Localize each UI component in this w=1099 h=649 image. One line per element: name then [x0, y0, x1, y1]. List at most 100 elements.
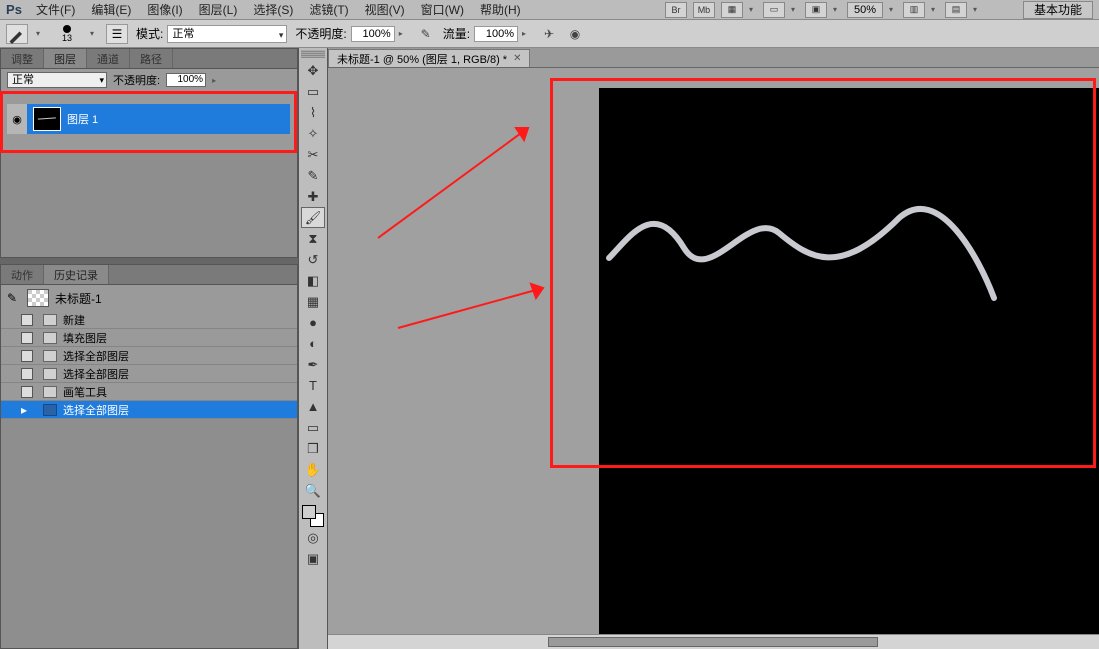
view-extras-button[interactable]: ▦ — [721, 2, 743, 18]
history-step[interactable]: 填充图层 — [1, 329, 297, 347]
toolbar-btn-a[interactable]: ▥ — [903, 2, 925, 18]
tab-channels[interactable]: 通道 — [87, 49, 130, 68]
lasso-tool[interactable]: ⌇ — [301, 102, 325, 123]
dropdown-icon[interactable]: ▾ — [90, 29, 98, 38]
menu-edit[interactable]: 编辑(E) — [83, 0, 139, 20]
brush-preview[interactable]: 13 — [52, 23, 82, 45]
history-step-label: 填充图层 — [63, 330, 107, 346]
menu-file[interactable]: 文件(F) — [28, 0, 83, 20]
wand-tool[interactable]: ✧ — [301, 123, 325, 144]
history-step-label: 选择全部图层 — [63, 402, 129, 418]
scrollbar-thumb[interactable] — [548, 637, 878, 647]
menu-view[interactable]: 视图(V) — [357, 0, 413, 20]
dropdown-icon[interactable]: ▾ — [833, 5, 841, 14]
zoom-tool[interactable]: 🔍 — [301, 480, 325, 501]
bridge-button[interactable]: Br — [665, 2, 687, 18]
blur-tool[interactable]: ● — [301, 312, 325, 333]
tab-history[interactable]: 历史记录 — [44, 265, 109, 284]
move-tool[interactable]: ✥ — [301, 60, 325, 81]
quickmask-toggle[interactable]: ◎ — [301, 527, 325, 548]
dropdown-icon[interactable]: ▾ — [931, 5, 939, 14]
menu-window[interactable]: 窗口(W) — [413, 0, 472, 20]
workspace-switch[interactable]: 基本功能 — [1023, 1, 1093, 19]
tab-actions[interactable]: 动作 — [1, 265, 44, 284]
menu-image[interactable]: 图像(I) — [139, 0, 190, 20]
history-check-icon — [21, 332, 33, 344]
airbrush-icon[interactable]: ✈ — [540, 26, 558, 42]
menu-select[interactable]: 选择(S) — [245, 0, 301, 20]
panel-grip-icon[interactable] — [301, 50, 325, 58]
heal-tool[interactable]: ✚ — [301, 186, 325, 207]
dropdown-icon[interactable]: ▸ — [522, 29, 532, 38]
dodge-tool[interactable]: ◐ — [301, 333, 325, 354]
tab-layers[interactable]: 图层 — [44, 49, 87, 68]
dropdown-icon[interactable]: ▾ — [889, 5, 897, 14]
history-snapshot-row[interactable]: ✎ 未标题-1 — [1, 285, 297, 311]
stamp-tool[interactable]: ⧗ — [301, 228, 325, 249]
color-swatches[interactable] — [302, 505, 324, 527]
dropdown-icon[interactable]: ▾ — [791, 5, 799, 14]
minibridge-button[interactable]: Mb — [693, 2, 715, 18]
menu-help[interactable]: 帮助(H) — [472, 0, 529, 20]
pressure-opacity-icon[interactable]: ✎ — [417, 26, 435, 42]
layer-opacity-input[interactable]: 100% — [166, 73, 206, 87]
crop-tool[interactable]: ✂ — [301, 144, 325, 165]
dropdown-icon[interactable]: ▾ — [973, 5, 981, 14]
document-tab-bar: 未标题-1 @ 50% (图层 1, RGB/8) * ✕ — [328, 48, 1099, 68]
dropdown-icon[interactable]: ▸ — [212, 76, 222, 85]
arrange-button[interactable]: ▭ — [763, 2, 785, 18]
close-icon[interactable]: ✕ — [513, 53, 521, 64]
dropdown-icon[interactable]: ▾ — [749, 5, 757, 14]
layer-name-label[interactable]: 图层 1 — [67, 111, 98, 127]
layer-row[interactable]: ◉ 图层 1 — [7, 104, 290, 134]
brush-tool[interactable]: 🖌 — [301, 207, 325, 228]
canvas-viewport[interactable] — [328, 68, 1099, 649]
history-brush-source-icon[interactable]: ✎ — [7, 291, 21, 305]
3d-tool[interactable]: ❒ — [301, 438, 325, 459]
file-icon — [43, 314, 57, 326]
menu-bar: Ps 文件(F) 编辑(E) 图像(I) 图层(L) 选择(S) 滤镜(T) 视… — [0, 0, 1099, 20]
visibility-eye-icon[interactable]: ◉ — [7, 104, 27, 134]
history-step[interactable]: 选择全部图层 — [1, 365, 297, 383]
dropdown-icon[interactable]: ▾ — [36, 29, 44, 38]
history-step-label: 画笔工具 — [63, 384, 107, 400]
layer-thumbnail[interactable] — [33, 107, 61, 131]
eyedropper-tool[interactable]: ✎ — [301, 165, 325, 186]
shape-tool[interactable]: ▭ — [301, 417, 325, 438]
type-tool[interactable]: T — [301, 375, 325, 396]
screen-mode-button[interactable]: ▣ — [805, 2, 827, 18]
document-tab[interactable]: 未标题-1 @ 50% (图层 1, RGB/8) * ✕ — [328, 49, 530, 67]
history-brush-tool[interactable]: ↺ — [301, 249, 325, 270]
brush-icon — [43, 386, 57, 398]
document-tab-title: 未标题-1 @ 50% (图层 1, RGB/8) * — [337, 51, 507, 67]
tab-paths[interactable]: 路径 — [130, 49, 173, 68]
gradient-tool[interactable]: ▦ — [301, 291, 325, 312]
brush-panel-toggle[interactable]: ☰ — [106, 24, 128, 44]
menu-filter[interactable]: 滤镜(T) — [301, 0, 356, 20]
tool-preset-icon[interactable] — [6, 24, 28, 44]
dropdown-icon[interactable]: ▸ — [399, 29, 409, 38]
layer-blend-select[interactable]: 正常 — [7, 72, 107, 88]
hand-tool[interactable]: ✋ — [301, 459, 325, 480]
flow-input[interactable]: 100% — [474, 26, 518, 42]
history-current-icon: ▸ — [21, 403, 33, 417]
pen-tool[interactable]: ✒ — [301, 354, 325, 375]
screenmode-toggle[interactable]: ▣ — [301, 548, 325, 569]
flow-group: 流量: 100% ▸ — [443, 25, 532, 42]
path-select-tool[interactable]: ▲ — [301, 396, 325, 417]
fg-color-swatch[interactable] — [302, 505, 316, 519]
zoom-level[interactable]: 50% — [847, 2, 883, 18]
pressure-size-icon[interactable]: ◉ — [566, 26, 584, 42]
horizontal-scrollbar[interactable] — [328, 634, 1099, 649]
history-step[interactable]: 选择全部图层 — [1, 347, 297, 365]
blend-mode-select[interactable]: 正常 — [167, 25, 287, 43]
marquee-tool[interactable]: ▭ — [301, 81, 325, 102]
opacity-input[interactable]: 100% — [351, 26, 395, 42]
eraser-tool[interactable]: ◧ — [301, 270, 325, 291]
history-step[interactable]: 新建 — [1, 311, 297, 329]
history-step[interactable]: 画笔工具 — [1, 383, 297, 401]
toolbar-btn-b[interactable]: ▤ — [945, 2, 967, 18]
history-step[interactable]: ▸ 选择全部图层 — [1, 401, 297, 419]
menu-layer[interactable]: 图层(L) — [191, 0, 246, 20]
tab-adjustments[interactable]: 调整 — [1, 49, 44, 68]
